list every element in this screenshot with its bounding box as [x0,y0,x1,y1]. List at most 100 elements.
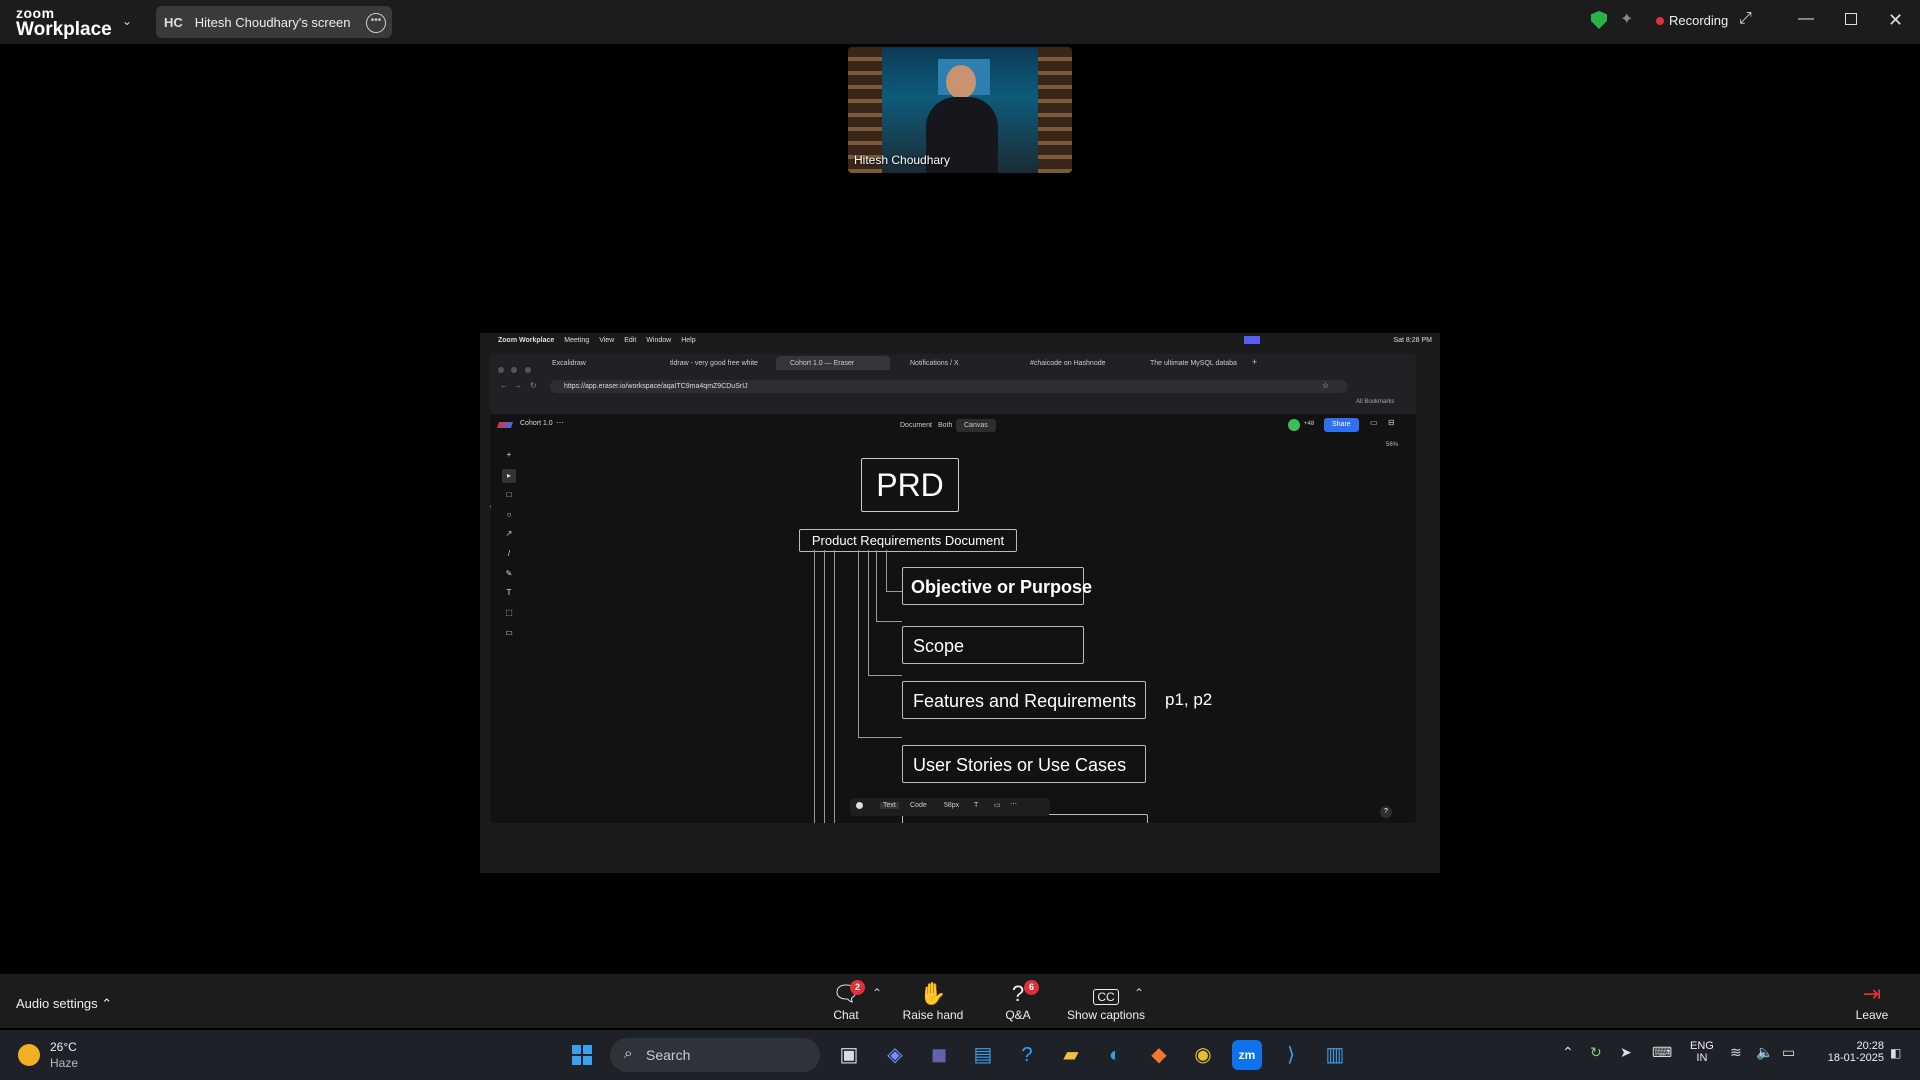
chevron-up-icon[interactable]: ⌃ [872,986,882,1000]
connector [814,550,815,823]
close-icon[interactable]: ✕ [1888,10,1903,31]
edge-icon[interactable]: ◐ [1100,1040,1130,1070]
search-box[interactable]: ⌕ Search [610,1038,820,1072]
keyboard-icon[interactable]: ⌨ [1652,1044,1672,1061]
windows-start-icon[interactable] [572,1045,592,1065]
prd-title-box[interactable]: PRD [861,458,959,512]
notepad-icon[interactable]: ▥ [1320,1040,1350,1070]
wifi-icon[interactable]: ≋ [1730,1044,1742,1061]
location-icon[interactable]: ➤ [1620,1044,1632,1061]
side-note[interactable]: p1, p2 [1165,690,1212,710]
fullscreen-icon[interactable]: ⤢ [1739,10,1752,28]
browser-tab[interactable]: #chaicode on Hashnode [1016,356,1130,370]
more-icon[interactable]: ⋯ [1010,800,1017,808]
text-tool-icon[interactable]: T [502,586,516,600]
clock[interactable]: 20:28 18-01-2025 [1812,1040,1884,1064]
comment-tool-icon[interactable]: ▭ [502,626,516,640]
sync-icon[interactable]: ↻ [1590,1044,1602,1061]
app-icon[interactable]: ◆ [1144,1040,1174,1070]
ai-companion-icon[interactable]: ✦ [1620,9,1633,29]
zoom-top-bar: zoom Workplace ⌄ HC Hitesh Choudhary's s… [0,0,1920,44]
reload-icon[interactable]: ↻ [530,381,537,390]
vscode-icon[interactable]: ⟩ [1276,1040,1306,1070]
share-button[interactable]: Share [1324,418,1359,432]
raise-hand-button[interactable]: ✋ Raise hand [900,980,966,1022]
weather-icon[interactable] [18,1044,40,1066]
node-objective[interactable]: Objective or Purpose [902,567,1092,605]
file-explorer-icon[interactable]: ▰ [1056,1040,1086,1070]
prd-subtitle-box[interactable]: Product Requirements Document [799,529,1017,552]
weather-temp[interactable]: 26°C [50,1040,77,1054]
tray-chevron-icon[interactable]: ⌃ [1562,1044,1574,1061]
panel-toggle-icon[interactable]: ⊟ [1388,418,1395,427]
node-user-stories[interactable]: User Stories or Use Cases [902,745,1146,783]
format-size[interactable]: 58px [944,802,959,809]
format-code[interactable]: Code [910,802,927,809]
rectangle-tool-icon[interactable]: □ [502,488,516,502]
nav-forward-icon[interactable]: → [514,381,522,390]
nav-back-icon[interactable]: ← [500,381,508,390]
select-tool-icon[interactable]: ▸ [502,469,516,483]
arrow-tool-icon[interactable]: ↗ [502,527,516,541]
chevron-up-icon[interactable]: ⌃ [1134,986,1144,1000]
format-font[interactable]: T [974,802,978,809]
comments-icon[interactable]: ▭ [1370,418,1378,427]
browser-tab[interactable]: Excalidraw [538,356,652,370]
task-view-icon[interactable]: ▣ [834,1040,864,1070]
connector [834,550,835,823]
store-icon[interactable]: ▤ [968,1040,998,1070]
battery-icon[interactable]: ▭ [1782,1044,1795,1061]
file-name[interactable]: Cohort 1.0 [520,420,553,427]
bookmark-star-icon[interactable]: ☆ [1322,381,1329,390]
leave-button[interactable]: ⇥ Leave [1852,980,1892,1022]
ellipse-tool-icon[interactable]: ○ [502,508,516,522]
mode-canvas[interactable]: Canvas [956,419,996,432]
security-shield-icon[interactable] [1591,11,1607,29]
shared-screen[interactable]: Zoom Workplace Meeting View Edit Window … [480,333,1440,873]
node-features[interactable]: Features and Requirements [902,681,1146,719]
browser-tab[interactable]: The ultimate MySQL databa [1136,356,1250,370]
line-tool-icon[interactable]: / [502,547,516,561]
pen-tool-icon[interactable]: ✎ [502,567,516,581]
add-icon[interactable]: + [502,448,516,462]
zoom-controls-bar: Audio settings ⌃ 🗨 Chat 2 ⌃ ✋ Raise hand… [0,974,1920,1028]
more-options-icon[interactable]: ••• [366,13,386,33]
chat-button[interactable]: 🗨 Chat 2 [826,980,866,1022]
zoom-brand-line1: zoom [16,5,55,21]
help-button[interactable]: ? [1380,806,1392,818]
chevron-down-icon[interactable]: ⌄ [122,14,132,28]
copilot-icon[interactable]: ◈ [880,1040,910,1070]
notification-icon[interactable]: ◧ [1890,1046,1901,1060]
browser-tab-active[interactable]: Cohort 1.0 — Eraser [776,356,890,370]
chrome-icon[interactable]: ◉ [1188,1040,1218,1070]
mac-menu-view: View [599,336,615,344]
partial-canvas-text: he [490,502,491,513]
format-text[interactable]: Text [880,802,899,809]
language-indicator[interactable]: ENG IN [1690,1040,1714,1064]
node-scope[interactable]: Scope [902,626,1084,664]
browser-tab[interactable]: tldraw - very good free white [656,356,770,370]
zoom-level[interactable]: 56% [1386,442,1398,448]
file-menu-icon[interactable]: ⋯ [556,418,564,427]
new-tab-icon[interactable]: + [1252,357,1257,367]
screen-share-indicator[interactable]: HC Hitesh Choudhary's screen ••• [156,6,392,38]
minimize-icon[interactable]: — [1798,10,1814,28]
frame-tool-icon[interactable]: ⬚ [502,606,516,620]
teams-icon[interactable]: ◼ [924,1040,954,1070]
color-picker-icon[interactable] [856,802,863,809]
maximize-icon[interactable] [1845,13,1857,25]
avatar[interactable] [1288,419,1300,431]
weather-desc[interactable]: Haze [50,1056,78,1070]
url-bar[interactable]: https://app.eraser.io/workspace/aqaITC9m… [550,380,1348,393]
zoom-app-icon[interactable]: zm [1232,1040,1262,1070]
comment-icon[interactable]: ▭ [994,801,1001,809]
connector [868,550,869,676]
volume-icon[interactable]: 🔈 [1756,1044,1773,1061]
presenter-video-tile[interactable]: Hitesh Choudhary [848,47,1072,173]
chevron-up-icon[interactable]: ⌃ [101,996,112,1011]
browser-tab[interactable]: Notifications / X [896,356,1010,370]
qa-button[interactable]: ? Q&A 6 [998,980,1039,1022]
all-bookmarks[interactable]: All Bookmarks [1356,399,1394,405]
audio-settings[interactable]: Audio settings ⌃ [16,996,112,1012]
help-icon[interactable]: ? [1012,1040,1042,1070]
